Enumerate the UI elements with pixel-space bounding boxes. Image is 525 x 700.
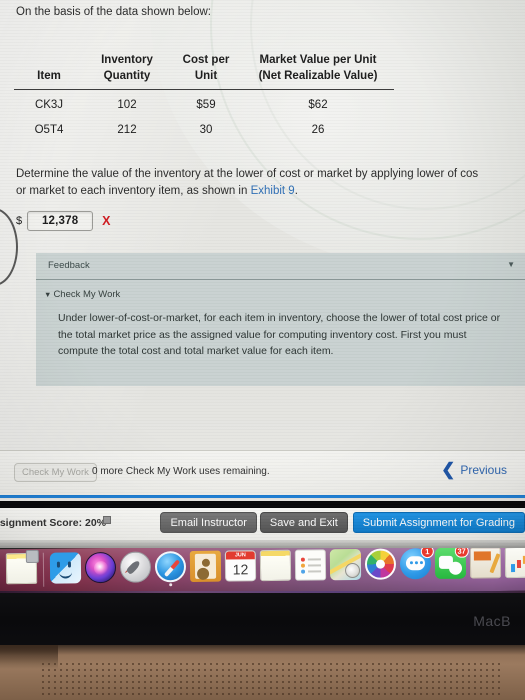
laptop-bezel: MacB <box>0 591 525 653</box>
dock-items: JUN 12 1 37 <box>5 547 525 587</box>
uses-remaining-text: 0 more Check My Work uses remaining. <box>92 466 270 477</box>
bezel-top-edge <box>0 591 525 593</box>
chevron-down-icon[interactable]: ▼ <box>507 260 515 269</box>
cell-quantity: 102 <box>117 98 137 111</box>
table-header-top-row: Inventory Cost per Market Value per Unit <box>14 53 394 69</box>
header-inventory: Inventory <box>101 54 153 66</box>
header-net-realizable-value: (Net Realizable Value) <box>258 70 378 82</box>
assignment-bar: ssignment Score: 20% Email Instructor Sa… <box>0 508 525 540</box>
submit-assignment-button[interactable]: Submit Assignment for Grading <box>352 512 525 533</box>
feedback-title: Feedback <box>48 260 90 271</box>
cell-cost: $59 <box>196 98 216 111</box>
numbers-icon[interactable] <box>504 547 525 579</box>
header-blank <box>14 53 84 69</box>
messages-badge: 1 <box>420 547 434 559</box>
assignment-score: ssignment Score: 20% <box>0 517 107 529</box>
speaker-grille <box>40 661 500 695</box>
stickies-icon[interactable] <box>5 552 38 585</box>
browser-page: On the basis of the data shown below: In… <box>0 0 525 548</box>
question-prompt: Determine the value of the inventory at … <box>16 166 525 200</box>
question-intro: On the basis of the data shown below: <box>16 6 211 18</box>
dock-separator <box>42 552 45 587</box>
safari-icon[interactable] <box>154 551 187 587</box>
incorrect-mark-icon: X <box>102 214 111 228</box>
cell-market: 26 <box>311 123 325 136</box>
feedback-header[interactable]: Feedback ▼ <box>36 253 525 280</box>
currency-symbol: $ <box>16 215 23 227</box>
cell-quantity: 212 <box>117 123 137 136</box>
previous-button[interactable]: ❮ Previous <box>441 460 507 479</box>
table-row: O5T4 212 30 26 <box>14 115 394 140</box>
device-brand-text: MacB <box>473 613 511 629</box>
running-indicator-dot <box>169 583 173 587</box>
cell-item: O5T4 <box>34 123 64 136</box>
feedback-panel: Feedback ▼ ▼ Check My Work Under lower-of… <box>36 253 525 386</box>
check-my-work-label: Check My Work <box>53 289 121 300</box>
header-quantity: Quantity <box>103 70 151 82</box>
inventory-table: Inventory Cost per Market Value per Unit… <box>14 53 394 140</box>
email-instructor-button[interactable]: Email Instructor <box>160 512 257 533</box>
check-my-work-button[interactable]: Check My Work <box>14 463 97 482</box>
prompt-line-1: Determine the value of the inventory at … <box>16 168 479 180</box>
prompt-line-2a: or market to each inventory item, as sho… <box>16 185 251 197</box>
header-item: Item <box>37 70 61 82</box>
cell-cost: 30 <box>199 123 213 136</box>
finder-icon[interactable] <box>49 552 82 584</box>
contacts-icon[interactable] <box>189 550 222 582</box>
window-divider <box>0 501 525 508</box>
answer-row: $ 12,378 X <box>16 211 110 231</box>
facetime-icon[interactable]: 37 <box>434 547 469 579</box>
calendar-icon[interactable]: JUN 12 <box>224 550 257 582</box>
siri-icon[interactable] <box>84 551 117 584</box>
calendar-day: 12 <box>232 561 249 578</box>
header-market-value: Market Value per Unit <box>259 54 377 66</box>
answer-input[interactable]: 12,378 <box>27 211 94 231</box>
page-bottom-edge <box>0 540 525 548</box>
photos-icon[interactable] <box>364 548 397 580</box>
table-header-bottom-row: Item Quantity Unit (Net Realizable Value… <box>14 69 394 85</box>
chevron-down-icon: ▼ <box>44 290 52 299</box>
feedback-body: Under lower-of-cost-or-market, for each … <box>58 312 501 357</box>
screenshot-root: On the basis of the data shown below: In… <box>0 0 525 700</box>
previous-label: Previous <box>460 463 507 477</box>
cell-item: CK3J <box>34 98 64 111</box>
header-unit: Unit <box>194 70 218 82</box>
check-my-work-toggle[interactable]: ▼ Check My Work <box>36 280 525 300</box>
small-glyph-icon <box>103 516 111 524</box>
header-cost-per: Cost per <box>182 54 230 66</box>
check-my-work-bar: Check My Work 0 more Check My Work uses … <box>0 450 525 498</box>
assignment-buttons: Email Instructor Save and Exit Submit As… <box>160 512 525 533</box>
laptop-keyboard-deck <box>0 645 525 700</box>
chevron-left-icon: ❮ <box>441 460 456 479</box>
pages-icon[interactable] <box>469 547 502 579</box>
launchpad-icon[interactable] <box>119 551 152 583</box>
cell-market: $62 <box>308 98 328 111</box>
messages-icon[interactable]: 1 <box>399 547 434 580</box>
exhibit-link[interactable]: Exhibit 9 <box>251 185 295 197</box>
table-row: CK3J 102 $59 $62 <box>14 89 394 115</box>
prompt-line-2b: . <box>294 185 298 197</box>
save-and-exit-button[interactable]: Save and Exit <box>259 512 348 533</box>
keyboard-shadow <box>0 645 525 655</box>
maps-icon[interactable] <box>329 548 362 581</box>
reminders-icon[interactable] <box>294 549 327 581</box>
notes-icon[interactable] <box>259 549 292 582</box>
macos-dock: JUN 12 1 37 <box>0 547 525 593</box>
facetime-badge: 37 <box>454 547 469 558</box>
